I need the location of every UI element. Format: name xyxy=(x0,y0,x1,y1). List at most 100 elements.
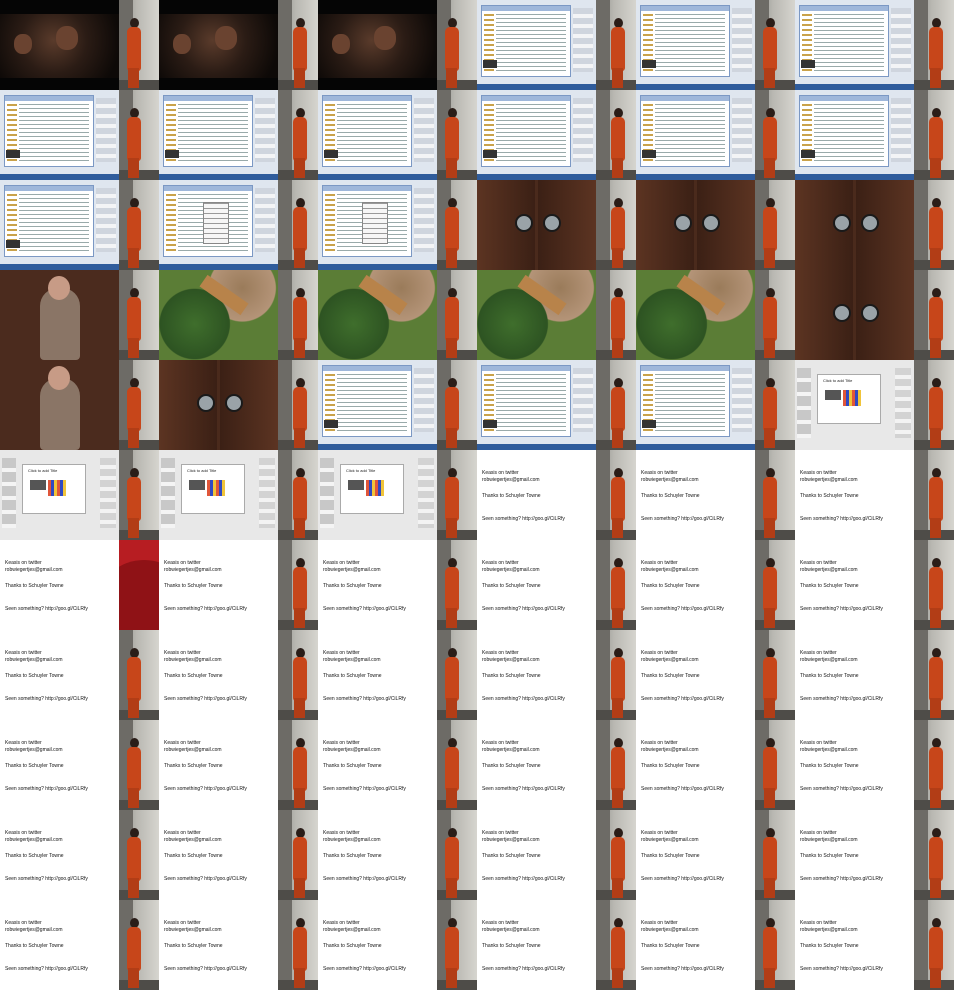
camera-view xyxy=(914,0,954,90)
slide-title: Click to add Title xyxy=(346,468,376,473)
bullet-twitter: Keasis on twitter xyxy=(164,920,201,926)
bullet-email: robwiegertjes@gmail.com xyxy=(323,657,381,663)
presenter-legs xyxy=(764,158,775,178)
window-titlebar xyxy=(5,186,93,191)
camera-view xyxy=(437,90,477,180)
slide-presentation-editor: Click to add Title xyxy=(795,360,914,450)
presenter-suit xyxy=(127,747,141,791)
bullet-thanks: Thanks to Schuyler Towne xyxy=(482,763,541,769)
camera-view xyxy=(596,450,636,540)
presenter-suit xyxy=(445,927,459,971)
thumbnail-frame xyxy=(159,360,318,450)
bullet-twitter: Keasis on twitter xyxy=(800,740,837,746)
slide-desktop xyxy=(318,360,437,450)
presenter-legs xyxy=(294,428,305,448)
bullet-twitter: Keasis on twitter xyxy=(323,740,360,746)
thumbnail-frame: Keasis on twitter robwiegertjes@gmail.co… xyxy=(0,540,159,630)
bullet-twitter: Keasis on twitter xyxy=(482,920,519,926)
slide-man xyxy=(0,270,119,360)
slide-text: Keasis on twitter robwiegertjes@gmail.co… xyxy=(795,450,914,540)
slide-text: Keasis on twitter robwiegertjes@gmail.co… xyxy=(318,720,437,810)
presenter-legs xyxy=(930,428,941,448)
bullet-seen: Seen something? http://goo.gl/CiLRfy xyxy=(641,786,724,792)
bullet-email: robwiegertjes@gmail.com xyxy=(641,477,699,483)
slide-rail xyxy=(2,458,16,528)
camera-view xyxy=(596,270,636,360)
bullet-email: robwiegertjes@gmail.com xyxy=(482,927,540,933)
bullet-thanks: Thanks to Schuyler Towne xyxy=(323,853,382,859)
presenter-legs xyxy=(294,68,305,88)
camera-view xyxy=(596,90,636,180)
bullet-seen: Seen something? http://goo.gl/CiLRfy xyxy=(164,876,247,882)
camera-view xyxy=(119,630,159,720)
camera-view xyxy=(755,450,795,540)
side-panel xyxy=(573,98,593,162)
presenter-legs xyxy=(446,698,457,718)
presenter-legs xyxy=(612,608,623,628)
window-titlebar xyxy=(5,96,93,101)
bullet-thanks: Thanks to Schuyler Towne xyxy=(800,673,859,679)
bullet-email: robwiegertjes@gmail.com xyxy=(164,567,222,573)
letterbox-top xyxy=(318,0,437,14)
floor xyxy=(437,80,477,90)
door-knob xyxy=(833,214,851,232)
bullet-seen: Seen something? http://goo.gl/CiLRfy xyxy=(164,696,247,702)
slide-text: Keasis on twitter robwiegertjes@gmail.co… xyxy=(795,720,914,810)
wall xyxy=(596,0,610,90)
wall xyxy=(596,900,610,990)
thumbnail-frame xyxy=(318,360,477,450)
bullet-twitter: Keasis on twitter xyxy=(164,830,201,836)
presenter-legs xyxy=(446,428,457,448)
wall xyxy=(278,540,292,630)
thumbnail-frame: Keasis on twitter robwiegertjes@gmail.co… xyxy=(795,540,954,630)
presenter-legs xyxy=(446,878,457,898)
side-panel xyxy=(891,98,911,162)
side-panel xyxy=(96,98,116,162)
thumbnail-frame: Keasis on twitter robwiegertjes@gmail.co… xyxy=(795,810,954,900)
camera-view xyxy=(596,900,636,990)
camera-view xyxy=(755,720,795,810)
presenter-suit xyxy=(445,747,459,791)
thumbnail-frame xyxy=(477,360,636,450)
camera-view xyxy=(278,720,318,810)
presenter-legs xyxy=(764,428,775,448)
thumbnail-frame: Keasis on twitter robwiegertjes@gmail.co… xyxy=(318,900,477,990)
presenter-suit xyxy=(763,567,777,611)
bullet-twitter: Keasis on twitter xyxy=(323,560,360,566)
window-titlebar xyxy=(323,366,411,371)
bullet-thanks: Thanks to Schuyler Towne xyxy=(800,943,859,949)
camera-view xyxy=(914,450,954,540)
thumbnail-frame xyxy=(795,0,954,90)
side-panel xyxy=(732,368,752,432)
floor xyxy=(755,350,795,360)
floor xyxy=(437,170,477,180)
wall xyxy=(596,630,610,720)
slide-rail xyxy=(320,458,334,528)
presenter-suit xyxy=(763,27,777,71)
side-panel xyxy=(732,98,752,162)
video-thumbnail xyxy=(324,150,338,158)
bullet-seen: Seen something? http://goo.gl/CiLRfy xyxy=(800,606,883,612)
presenter-suit xyxy=(445,297,459,341)
presenter-suit xyxy=(929,117,943,161)
face xyxy=(56,26,78,50)
floor xyxy=(437,530,477,540)
presenter-legs xyxy=(128,158,139,178)
window-titlebar xyxy=(482,96,570,101)
floor xyxy=(437,890,477,900)
slide-text: Keasis on twitter robwiegertjes@gmail.co… xyxy=(795,900,914,990)
thumbnail-frame xyxy=(636,0,795,90)
floor xyxy=(437,800,477,810)
slide-desktop xyxy=(0,180,119,270)
camera-view xyxy=(596,630,636,720)
bullet-seen: Seen something? http://goo.gl/CiLRfy xyxy=(482,966,565,972)
wall xyxy=(596,720,610,810)
side-panel xyxy=(573,368,593,432)
presenter-suit xyxy=(445,117,459,161)
bullet-twitter: Keasis on twitter xyxy=(164,650,201,656)
thumbnail-frame xyxy=(0,270,159,360)
bullet-thanks: Thanks to Schuyler Towne xyxy=(323,583,382,589)
camera-view xyxy=(755,540,795,630)
bullet-seen: Seen something? http://goo.gl/CiLRfy xyxy=(482,606,565,612)
bullet-thanks: Thanks to Schuyler Towne xyxy=(800,583,859,589)
